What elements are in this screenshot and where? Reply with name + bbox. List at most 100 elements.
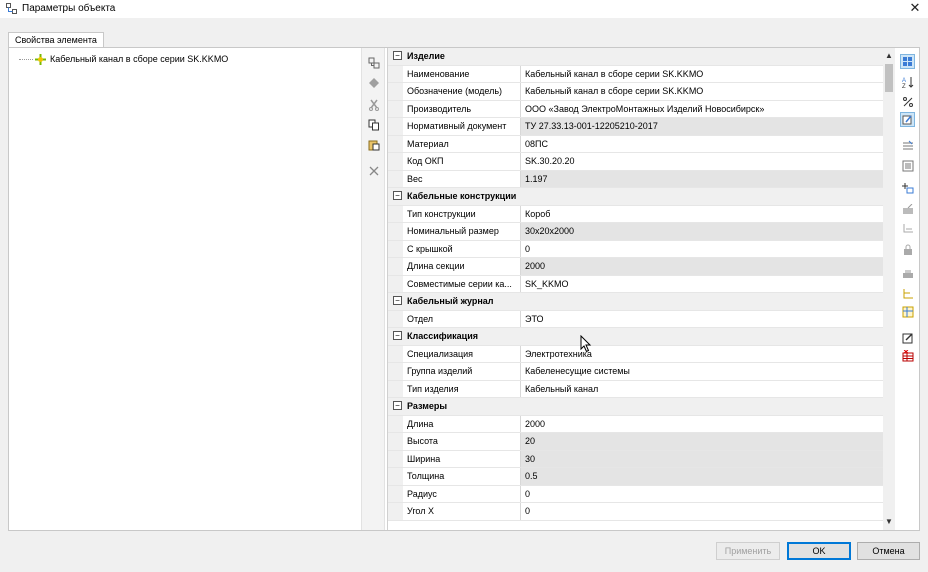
property-name: Код ОКП <box>403 153 521 170</box>
edit-toolbar <box>361 48 385 530</box>
scroll-up-icon[interactable]: ▲ <box>883 50 895 62</box>
row-gutter <box>388 83 403 100</box>
property-value[interactable]: Кабеленесущие системы <box>521 363 883 380</box>
tree-item-root[interactable]: Кабельный канал в сборе серии SK.KKMO <box>19 53 228 65</box>
copy-icon[interactable] <box>367 118 381 132</box>
property-value[interactable]: SK_KKMO <box>521 275 883 292</box>
property-row[interactable]: Угол X0 <box>388 503 883 521</box>
property-row[interactable]: Толщина 0.5 <box>388 468 883 486</box>
property-row[interactable]: Длина 2000 <box>388 415 883 433</box>
property-name: Производитель <box>403 100 521 117</box>
property-row[interactable]: Материал 08ПС <box>388 135 883 153</box>
property-value[interactable]: 0 <box>521 240 883 257</box>
table-settings-icon[interactable] <box>900 304 915 319</box>
property-name: Обозначение (модель) <box>403 83 521 100</box>
property-row[interactable]: Тип конструкции Короб <box>388 205 883 223</box>
property-value[interactable]: ООО «Завод ЭлектроМонтажных Изделий Ново… <box>521 100 883 117</box>
attributes-icon[interactable] <box>900 220 915 235</box>
scroll-thumb[interactable] <box>885 64 893 92</box>
collapse-icon[interactable]: − <box>393 296 402 305</box>
property-value[interactable]: ЭТО <box>521 310 883 327</box>
row-gutter <box>388 380 403 397</box>
cancel-button[interactable]: Отмена <box>857 542 920 560</box>
property-value: 20 <box>521 433 883 450</box>
row-gutter <box>388 363 403 380</box>
collapse-icon[interactable]: − <box>393 191 402 200</box>
property-row[interactable]: Вес 1.197 <box>388 170 883 188</box>
property-value[interactable]: 0 <box>521 485 883 502</box>
row-gutter <box>388 468 403 485</box>
property-row[interactable]: Код ОКП SK.30.20.20 <box>388 153 883 171</box>
property-value[interactable]: 2000 <box>521 415 883 432</box>
property-value[interactable]: SK.30.20.20 <box>521 153 883 170</box>
category-row[interactable]: − Изделие <box>388 48 883 66</box>
ok-button[interactable]: OK <box>787 542 851 560</box>
category-row[interactable]: − Кабельный журнал <box>388 293 883 311</box>
edit-document-icon[interactable] <box>900 330 915 345</box>
property-row[interactable]: Совместимые серии ка... SK_KKMO <box>388 275 883 293</box>
percent-icon[interactable] <box>900 94 915 109</box>
property-row[interactable]: Производитель ООО «Завод ЭлектроМонтажных… <box>388 100 883 118</box>
category-label: Классификация <box>407 331 478 341</box>
lock-icon[interactable] <box>900 242 915 257</box>
object-properties-icon <box>6 3 17 14</box>
property-name: Тип конструкции <box>403 205 521 222</box>
row-gutter <box>388 223 403 240</box>
property-row[interactable]: Обозначение (модель) Кабельный канал в сб… <box>388 83 883 101</box>
property-row[interactable]: Отдел ЭТО <box>388 310 883 328</box>
property-value[interactable]: Короб <box>521 205 883 222</box>
delete-table-icon[interactable] <box>900 348 915 363</box>
add-element-icon[interactable] <box>367 56 381 70</box>
tree-structure-icon[interactable] <box>900 286 915 301</box>
collapse-icon[interactable]: − <box>393 401 402 410</box>
property-value[interactable]: Кабельный канал <box>521 380 883 397</box>
print-icon[interactable] <box>900 266 915 281</box>
scroll-down-icon[interactable]: ▼ <box>883 516 895 528</box>
property-name: Ширина <box>403 450 521 467</box>
property-value[interactable]: Кабельный канал в сборе серии SK.KKMO <box>521 65 883 82</box>
property-row[interactable]: Тип изделия Кабельный канал <box>388 380 883 398</box>
filter-properties-icon[interactable] <box>900 138 915 153</box>
property-row[interactable]: Длина секции 2000 <box>388 258 883 276</box>
row-gutter <box>388 153 403 170</box>
property-value[interactable]: 08ПС <box>521 135 883 152</box>
list-view-icon[interactable] <box>900 158 915 173</box>
edit-properties-icon[interactable] <box>900 112 915 127</box>
collapse-icon[interactable]: − <box>393 51 402 60</box>
edit-field-icon[interactable] <box>900 202 915 217</box>
property-value: 2000 <box>521 258 883 275</box>
sort-alphabetical-icon[interactable]: AZ <box>900 74 915 89</box>
property-value[interactable]: Электротехника <box>521 345 883 362</box>
property-row[interactable]: Нормативный документ ТУ 27.33.13-001-1220… <box>388 118 883 136</box>
category-row[interactable]: − Кабельные конструкции <box>388 188 883 206</box>
tab-element-properties[interactable]: Свойства элемента <box>8 32 104 48</box>
property-row[interactable]: Номинальный размер 30x20x2000 <box>388 223 883 241</box>
property-name: Толщина <box>403 468 521 485</box>
property-name: Материал <box>403 135 521 152</box>
property-row[interactable]: Ширина 30 <box>388 450 883 468</box>
category-row[interactable]: − Размеры <box>388 398 883 416</box>
property-row[interactable]: Радиус 0 <box>388 485 883 503</box>
mouse-cursor-icon <box>580 335 592 353</box>
categorized-view-icon[interactable] <box>900 54 915 69</box>
property-row[interactable]: С крышкой 0 <box>388 240 883 258</box>
mark-icon[interactable] <box>367 76 381 90</box>
grid-scrollbar[interactable]: ▲ ▼ <box>883 48 895 530</box>
paste-icon[interactable] <box>367 138 381 152</box>
delete-icon[interactable] <box>367 164 381 178</box>
collapse-icon[interactable]: − <box>393 331 402 340</box>
window-title: Параметры объекта <box>22 3 116 14</box>
cut-icon[interactable] <box>367 98 381 112</box>
property-row[interactable]: Группа изделий Кабеленесущие системы <box>388 363 883 381</box>
property-row[interactable]: Высота 20 <box>388 433 883 451</box>
property-name: Нормативный документ <box>403 118 521 135</box>
property-name: Специализация <box>403 345 521 362</box>
property-value[interactable]: 0 <box>521 503 883 520</box>
property-value[interactable]: Кабельный канал в сборе серии SK.KKMO <box>521 83 883 100</box>
apply-button[interactable]: Применить <box>716 542 780 560</box>
property-row[interactable]: Специализация Электротехника <box>388 345 883 363</box>
property-row[interactable]: Наименование Кабельный канал в сборе сери… <box>388 65 883 83</box>
add-property-icon[interactable] <box>900 180 915 195</box>
category-row[interactable]: − Классификация <box>388 328 883 346</box>
close-icon[interactable]: ✕ <box>908 1 922 15</box>
